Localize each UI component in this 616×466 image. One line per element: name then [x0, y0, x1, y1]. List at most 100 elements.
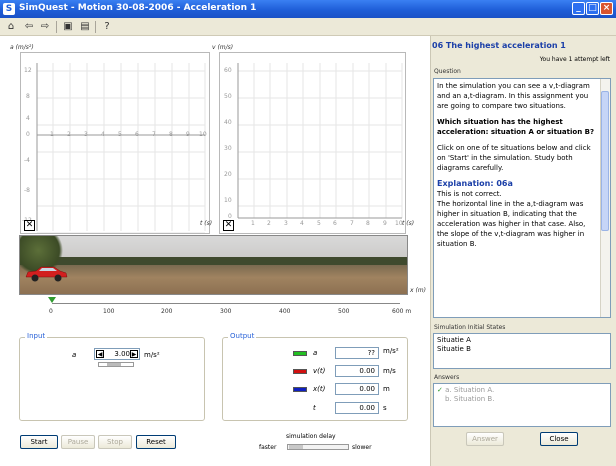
- initial-state-item[interactable]: Situatie A: [437, 336, 607, 345]
- v-ytick: 10: [224, 197, 232, 204]
- track-scale-label: 300: [220, 308, 232, 315]
- forward-arrow-icon[interactable]: ⇨: [38, 20, 52, 34]
- acceleration-spinner[interactable]: ◀ 3.00 ▶: [94, 348, 140, 360]
- v-ytick: 20: [224, 171, 232, 178]
- a-xtick: 7: [152, 131, 156, 138]
- scrollbar-thumb[interactable]: [601, 91, 609, 231]
- field: [20, 265, 407, 294]
- road-animation: [19, 235, 408, 295]
- home-icon[interactable]: ⌂: [4, 20, 18, 34]
- car-icon: [25, 266, 68, 282]
- answers-list[interactable]: ✓ a. Situation A. b. Situation B.: [433, 383, 611, 427]
- question-scrollbar[interactable]: [600, 79, 610, 317]
- acceleration-value[interactable]: 3.00: [106, 349, 130, 359]
- a-graph-xlabel: t (s): [200, 220, 213, 227]
- track-scale-label: 600 m: [392, 308, 412, 315]
- initial-state-item[interactable]: Situatie B: [437, 345, 607, 354]
- v-xtick: 8: [366, 220, 370, 227]
- x-output-label: x(t): [313, 385, 326, 393]
- track-xlabel: x (m): [410, 287, 426, 294]
- a-ytick: 4: [26, 115, 30, 122]
- v-ytick: 0: [228, 213, 232, 220]
- input-group-title: Input: [25, 332, 48, 340]
- t-output-unit: s: [383, 404, 387, 412]
- acceleration-unit: m/s²: [144, 351, 160, 359]
- start-button[interactable]: Start: [20, 435, 58, 449]
- help-icon[interactable]: ?: [100, 20, 114, 34]
- increment-arrow-icon[interactable]: ▶: [130, 350, 138, 358]
- slider-thumb[interactable]: [107, 363, 121, 366]
- track-scale-label: 0: [49, 308, 53, 315]
- a-output-label: a: [313, 349, 318, 357]
- v-xtick: 1: [251, 220, 255, 227]
- a-output-unit: m/s²: [383, 347, 399, 355]
- input-group: Input a ◀ 3.00 ▶ m/s²: [19, 332, 205, 421]
- v-ytick: 50: [224, 93, 232, 100]
- a-ytick: -8: [24, 187, 30, 194]
- back-arrow-icon[interactable]: ⇦: [22, 20, 36, 34]
- track-scale-label: 100: [103, 308, 115, 315]
- simulation-delay-label: simulation delay: [286, 433, 336, 440]
- track-scale-label: 200: [161, 308, 173, 315]
- question-box[interactable]: In the simulation you can see a v,t-diag…: [433, 78, 611, 318]
- v-ytick: 60: [224, 67, 232, 74]
- title-bar: S SimQuest - Motion 30-08-2006 - Acceler…: [0, 0, 616, 18]
- v-output-unit: m/s: [383, 367, 396, 375]
- v-xtick: 3: [284, 220, 288, 227]
- reset-button[interactable]: Reset: [136, 435, 176, 449]
- clear-a-graph-button[interactable]: ✕: [24, 220, 35, 231]
- output-group: Output a ?? m/s² v(t) 0.00 m/s x(t) 0.00…: [222, 332, 408, 421]
- delay-slider-thumb[interactable]: [289, 445, 303, 449]
- explanation-text: The horizontal line in the a,t-diagram w…: [437, 200, 586, 248]
- answer-button[interactable]: Answer: [466, 432, 504, 446]
- x-output-unit: m: [383, 385, 390, 393]
- v-xtick: 6: [333, 220, 337, 227]
- v-output-value: 0.00: [335, 365, 379, 377]
- print-icon[interactable]: ▤: [78, 20, 92, 34]
- v-ytick: 40: [224, 119, 232, 126]
- question-instruction: Click on one of te situations below and …: [437, 144, 591, 172]
- v-ytick: 30: [224, 145, 232, 152]
- assignment-title: 06 The highest acceleration 1: [432, 41, 566, 50]
- answers-label: Answers: [434, 374, 460, 381]
- track-scale-label: 500: [338, 308, 350, 315]
- clear-v-graph-button[interactable]: ✕: [223, 220, 234, 231]
- v-legend-swatch: [293, 369, 307, 374]
- tree-line: [20, 257, 407, 265]
- a-t-graph: 12 8 4 0 -4 -8 -12 1 2 3 4 5 6 7 8 9 10 …: [20, 52, 210, 234]
- close-button[interactable]: Close: [540, 432, 578, 446]
- acceleration-slider[interactable]: [98, 362, 134, 367]
- minimize-button[interactable]: _: [572, 2, 585, 15]
- answer-option[interactable]: b. Situation B.: [437, 395, 607, 404]
- v-xtick: 2: [267, 220, 271, 227]
- v-xtick: 5: [317, 220, 321, 227]
- x-output-value: 0.00: [335, 383, 379, 395]
- close-window-button[interactable]: ×: [600, 2, 613, 15]
- v-graph-grid: [237, 63, 403, 219]
- faster-label: faster: [259, 444, 277, 451]
- slower-label: slower: [352, 444, 372, 451]
- v-xtick: 7: [350, 220, 354, 227]
- answer-option[interactable]: ✓ a. Situation A.: [437, 386, 607, 395]
- v-output-label: v(t): [313, 367, 326, 375]
- toolbar-separator: [56, 21, 57, 33]
- attempts-left: You have 1 attempt left: [539, 56, 610, 63]
- explanation-line-1: This is not correct.: [437, 190, 502, 198]
- v-t-graph: 60 50 40 30 20 10 0 1 2 3 4 5 6 7 8 9 10…: [219, 52, 406, 234]
- decrement-arrow-icon[interactable]: ◀: [96, 350, 104, 358]
- pause-button[interactable]: Pause: [61, 435, 95, 449]
- v-graph-ylabel: v (m/s): [212, 44, 234, 51]
- track-scale-line: [52, 303, 400, 304]
- save-icon[interactable]: ▣: [61, 20, 75, 34]
- track-scale-label: 400: [279, 308, 291, 315]
- question-prompt: Which situation has the highest accelera…: [437, 118, 595, 136]
- simulation-delay-slider[interactable]: [287, 444, 349, 450]
- maximize-button[interactable]: □: [586, 2, 599, 15]
- a-xtick: 1: [50, 131, 54, 138]
- stop-button[interactable]: Stop: [98, 435, 132, 449]
- initial-states-list[interactable]: Situatie A Situatie B: [433, 333, 611, 369]
- explanation-title: Explanation: 06a: [437, 179, 513, 188]
- t-output-value: 0.00: [335, 402, 379, 414]
- v-xtick: 9: [383, 220, 387, 227]
- checkmark-icon: ✓: [437, 386, 443, 394]
